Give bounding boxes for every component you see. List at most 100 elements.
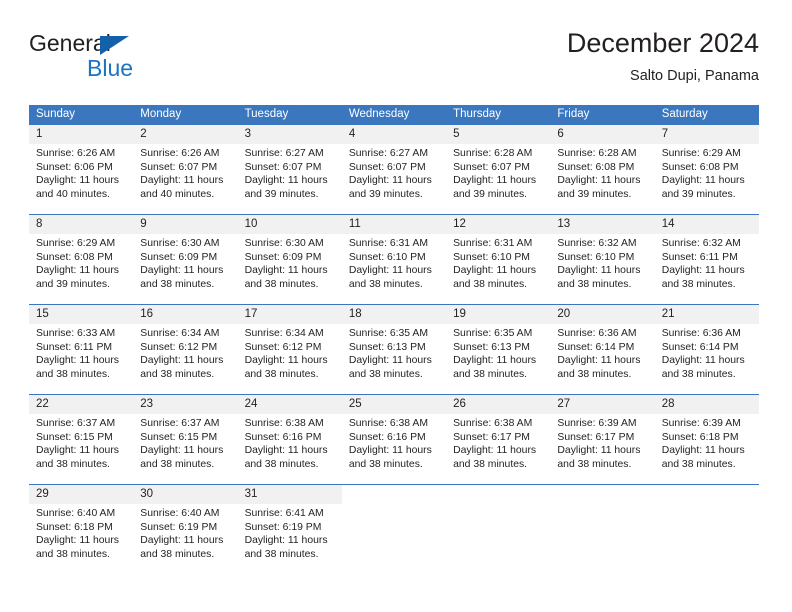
daylight-text-line1: Daylight: 11 hours (140, 445, 224, 457)
sunrise-text: Sunrise: 6:35 AM (348, 328, 428, 339)
calendar-week-row: 8 Sunrise: 6:29 AM Sunset: 6:08 PM Dayli… (29, 214, 759, 304)
calendar-day-cell[interactable]: 8 Sunrise: 6:29 AM Sunset: 6:08 PM Dayli… (29, 215, 134, 304)
daylight-text-line2: and 38 minutes. (244, 278, 319, 290)
calendar-week-row: 15 Sunrise: 6:33 AM Sunset: 6:11 PM Dayl… (29, 304, 759, 394)
calendar-day-cell[interactable]: 19 Sunrise: 6:35 AM Sunset: 6:13 PM Dayl… (446, 305, 551, 394)
calendar-day-cell[interactable]: 23 Sunrise: 6:37 AM Sunset: 6:15 PM Dayl… (133, 395, 238, 484)
day-number: 18 (341, 305, 447, 324)
day-info: Sunrise: 6:38 AM Sunset: 6:16 PM Dayligh… (342, 414, 446, 471)
day-info: Sunrise: 6:29 AM Sunset: 6:08 PM Dayligh… (29, 234, 133, 291)
day-info: Sunrise: 6:32 AM Sunset: 6:11 PM Dayligh… (655, 234, 759, 291)
calendar-day-cell[interactable]: 21 Sunrise: 6:36 AM Sunset: 6:14 PM Dayl… (654, 305, 759, 394)
day-info: Sunrise: 6:31 AM Sunset: 6:10 PM Dayligh… (446, 234, 550, 291)
weekday-header-thursday: Thursday (453, 108, 502, 120)
day-info: Sunrise: 6:30 AM Sunset: 6:09 PM Dayligh… (238, 234, 342, 291)
sunset-text: Sunset: 6:15 PM (36, 431, 113, 443)
daylight-text-line2: and 38 minutes. (140, 458, 215, 470)
calendar-day-cell[interactable]: 28 Sunrise: 6:39 AM Sunset: 6:18 PM Dayl… (654, 395, 759, 484)
daylight-text-line1: Daylight: 11 hours (348, 355, 432, 367)
sunset-text: Sunset: 6:19 PM (140, 521, 218, 533)
sunrise-text: Sunrise: 6:40 AM (36, 508, 116, 519)
day-number: 11 (341, 215, 447, 234)
daylight-text-line1: Daylight: 11 hours (348, 265, 432, 277)
daylight-text-line2: and 38 minutes. (453, 278, 528, 290)
daylight-text-line2: and 38 minutes. (453, 458, 528, 470)
calendar-day-cell[interactable]: 7 Sunrise: 6:29 AM Sunset: 6:08 PM Dayli… (654, 125, 759, 214)
calendar-day-cell-empty (446, 485, 550, 574)
day-info: Sunrise: 6:36 AM Sunset: 6:14 PM Dayligh… (655, 324, 759, 381)
weekday-header-friday: Friday (557, 108, 590, 120)
daylight-text-line1: Daylight: 11 hours (36, 175, 119, 187)
day-number: 27 (550, 395, 655, 414)
calendar-day-cell[interactable]: 11 Sunrise: 6:31 AM Sunset: 6:10 PM Dayl… (341, 215, 447, 304)
calendar-day-cell[interactable]: 27 Sunrise: 6:39 AM Sunset: 6:17 PM Dayl… (550, 395, 655, 484)
daylight-text-line2: and 38 minutes. (557, 278, 632, 290)
day-info: Sunrise: 6:26 AM Sunset: 6:06 PM Dayligh… (29, 144, 133, 201)
calendar-day-cell[interactable]: 22 Sunrise: 6:37 AM Sunset: 6:15 PM Dayl… (29, 395, 134, 484)
calendar-day-cell[interactable]: 9 Sunrise: 6:30 AM Sunset: 6:09 PM Dayli… (133, 215, 238, 304)
day-number: 28 (654, 395, 759, 414)
calendar-day-cell[interactable]: 24 Sunrise: 6:38 AM Sunset: 6:16 PM Dayl… (237, 395, 342, 484)
calendar-day-cell[interactable]: 10 Sunrise: 6:30 AM Sunset: 6:09 PM Dayl… (237, 215, 342, 304)
sunrise-text: Sunrise: 6:33 AM (36, 328, 116, 339)
daylight-text-line2: and 38 minutes. (140, 548, 215, 560)
day-info: Sunrise: 6:40 AM Sunset: 6:18 PM Dayligh… (29, 504, 133, 561)
calendar-day-cell[interactable]: 18 Sunrise: 6:35 AM Sunset: 6:13 PM Dayl… (341, 305, 447, 394)
weekday-header-tuesday: Tuesday (244, 108, 289, 120)
day-info: Sunrise: 6:33 AM Sunset: 6:11 PM Dayligh… (29, 324, 133, 381)
day-number: 15 (29, 305, 134, 324)
sunrise-text: Sunrise: 6:38 AM (348, 418, 428, 429)
page-subtitle: Salto Dupi, Panama (630, 68, 759, 84)
sunset-text: Sunset: 6:09 PM (244, 251, 322, 263)
sunrise-text: Sunrise: 6:34 AM (244, 328, 324, 339)
calendar-day-cell[interactable]: 31 Sunrise: 6:41 AM Sunset: 6:19 PM Dayl… (237, 485, 342, 574)
daylight-text-line2: and 38 minutes. (453, 368, 528, 380)
calendar-day-cell[interactable]: 26 Sunrise: 6:38 AM Sunset: 6:17 PM Dayl… (446, 395, 551, 484)
daylight-text-line2: and 40 minutes. (140, 188, 215, 200)
sunrise-text: Sunrise: 6:29 AM (661, 148, 741, 159)
calendar-day-cell[interactable]: 14 Sunrise: 6:32 AM Sunset: 6:11 PM Dayl… (654, 215, 759, 304)
day-number: 21 (654, 305, 759, 324)
calendar-day-cell[interactable]: 12 Sunrise: 6:31 AM Sunset: 6:10 PM Dayl… (446, 215, 551, 304)
calendar-day-cell[interactable]: 20 Sunrise: 6:36 AM Sunset: 6:14 PM Dayl… (550, 305, 655, 394)
day-number: 19 (446, 305, 551, 324)
daylight-text-line1: Daylight: 11 hours (453, 355, 537, 367)
calendar-day-cell[interactable]: 16 Sunrise: 6:34 AM Sunset: 6:12 PM Dayl… (133, 305, 238, 394)
calendar-day-cell[interactable]: 3 Sunrise: 6:27 AM Sunset: 6:07 PM Dayli… (237, 125, 342, 214)
calendar-day-cell[interactable]: 2 Sunrise: 6:26 AM Sunset: 6:07 PM Dayli… (133, 125, 238, 214)
daylight-text-line1: Daylight: 11 hours (348, 175, 432, 187)
sunrise-text: Sunrise: 6:29 AM (36, 238, 116, 249)
daylight-text-line1: Daylight: 11 hours (140, 175, 224, 187)
sunrise-text: Sunrise: 6:32 AM (557, 238, 637, 249)
sunset-text: Sunset: 6:10 PM (557, 251, 635, 263)
logo-triangle-icon (100, 36, 129, 55)
day-number: 5 (446, 125, 551, 144)
sunset-text: Sunset: 6:16 PM (348, 431, 426, 443)
general-blue-logo[interactable]: General Blue (29, 30, 249, 88)
calendar-day-cell[interactable]: 17 Sunrise: 6:34 AM Sunset: 6:12 PM Dayl… (237, 305, 342, 394)
calendar-day-cell[interactable]: 1 Sunrise: 6:26 AM Sunset: 6:06 PM Dayli… (29, 125, 134, 214)
day-number (550, 485, 654, 504)
daylight-text-line1: Daylight: 11 hours (453, 175, 537, 187)
calendar-day-cell[interactable]: 13 Sunrise: 6:32 AM Sunset: 6:10 PM Dayl… (550, 215, 655, 304)
calendar-day-cell[interactable]: 4 Sunrise: 6:27 AM Sunset: 6:07 PM Dayli… (341, 125, 447, 214)
calendar-day-cell[interactable]: 25 Sunrise: 6:38 AM Sunset: 6:16 PM Dayl… (341, 395, 447, 484)
day-number: 16 (133, 305, 238, 324)
calendar-day-cell[interactable]: 30 Sunrise: 6:40 AM Sunset: 6:19 PM Dayl… (133, 485, 238, 574)
weekday-header-row: Sunday Monday Tuesday Wednesday Thursday… (29, 105, 759, 124)
daylight-text-line1: Daylight: 11 hours (453, 265, 537, 277)
sunset-text: Sunset: 6:10 PM (348, 251, 426, 263)
sunrise-text: Sunrise: 6:31 AM (348, 238, 428, 249)
daylight-text-line1: Daylight: 11 hours (244, 175, 328, 187)
day-info: Sunrise: 6:28 AM Sunset: 6:08 PM Dayligh… (550, 144, 654, 201)
day-info: Sunrise: 6:26 AM Sunset: 6:07 PM Dayligh… (133, 144, 237, 201)
calendar-day-cell[interactable]: 5 Sunrise: 6:28 AM Sunset: 6:07 PM Dayli… (446, 125, 551, 214)
calendar-day-cell[interactable]: 29 Sunrise: 6:40 AM Sunset: 6:18 PM Dayl… (29, 485, 134, 574)
calendar-day-cell[interactable]: 6 Sunrise: 6:28 AM Sunset: 6:08 PM Dayli… (550, 125, 655, 214)
daylight-text-line2: and 40 minutes. (36, 188, 110, 200)
day-number: 1 (29, 125, 134, 144)
day-info: Sunrise: 6:38 AM Sunset: 6:16 PM Dayligh… (238, 414, 342, 471)
calendar-day-cell[interactable]: 15 Sunrise: 6:33 AM Sunset: 6:11 PM Dayl… (29, 305, 134, 394)
daylight-text-line1: Daylight: 11 hours (36, 445, 119, 457)
sunset-text: Sunset: 6:17 PM (557, 431, 635, 443)
